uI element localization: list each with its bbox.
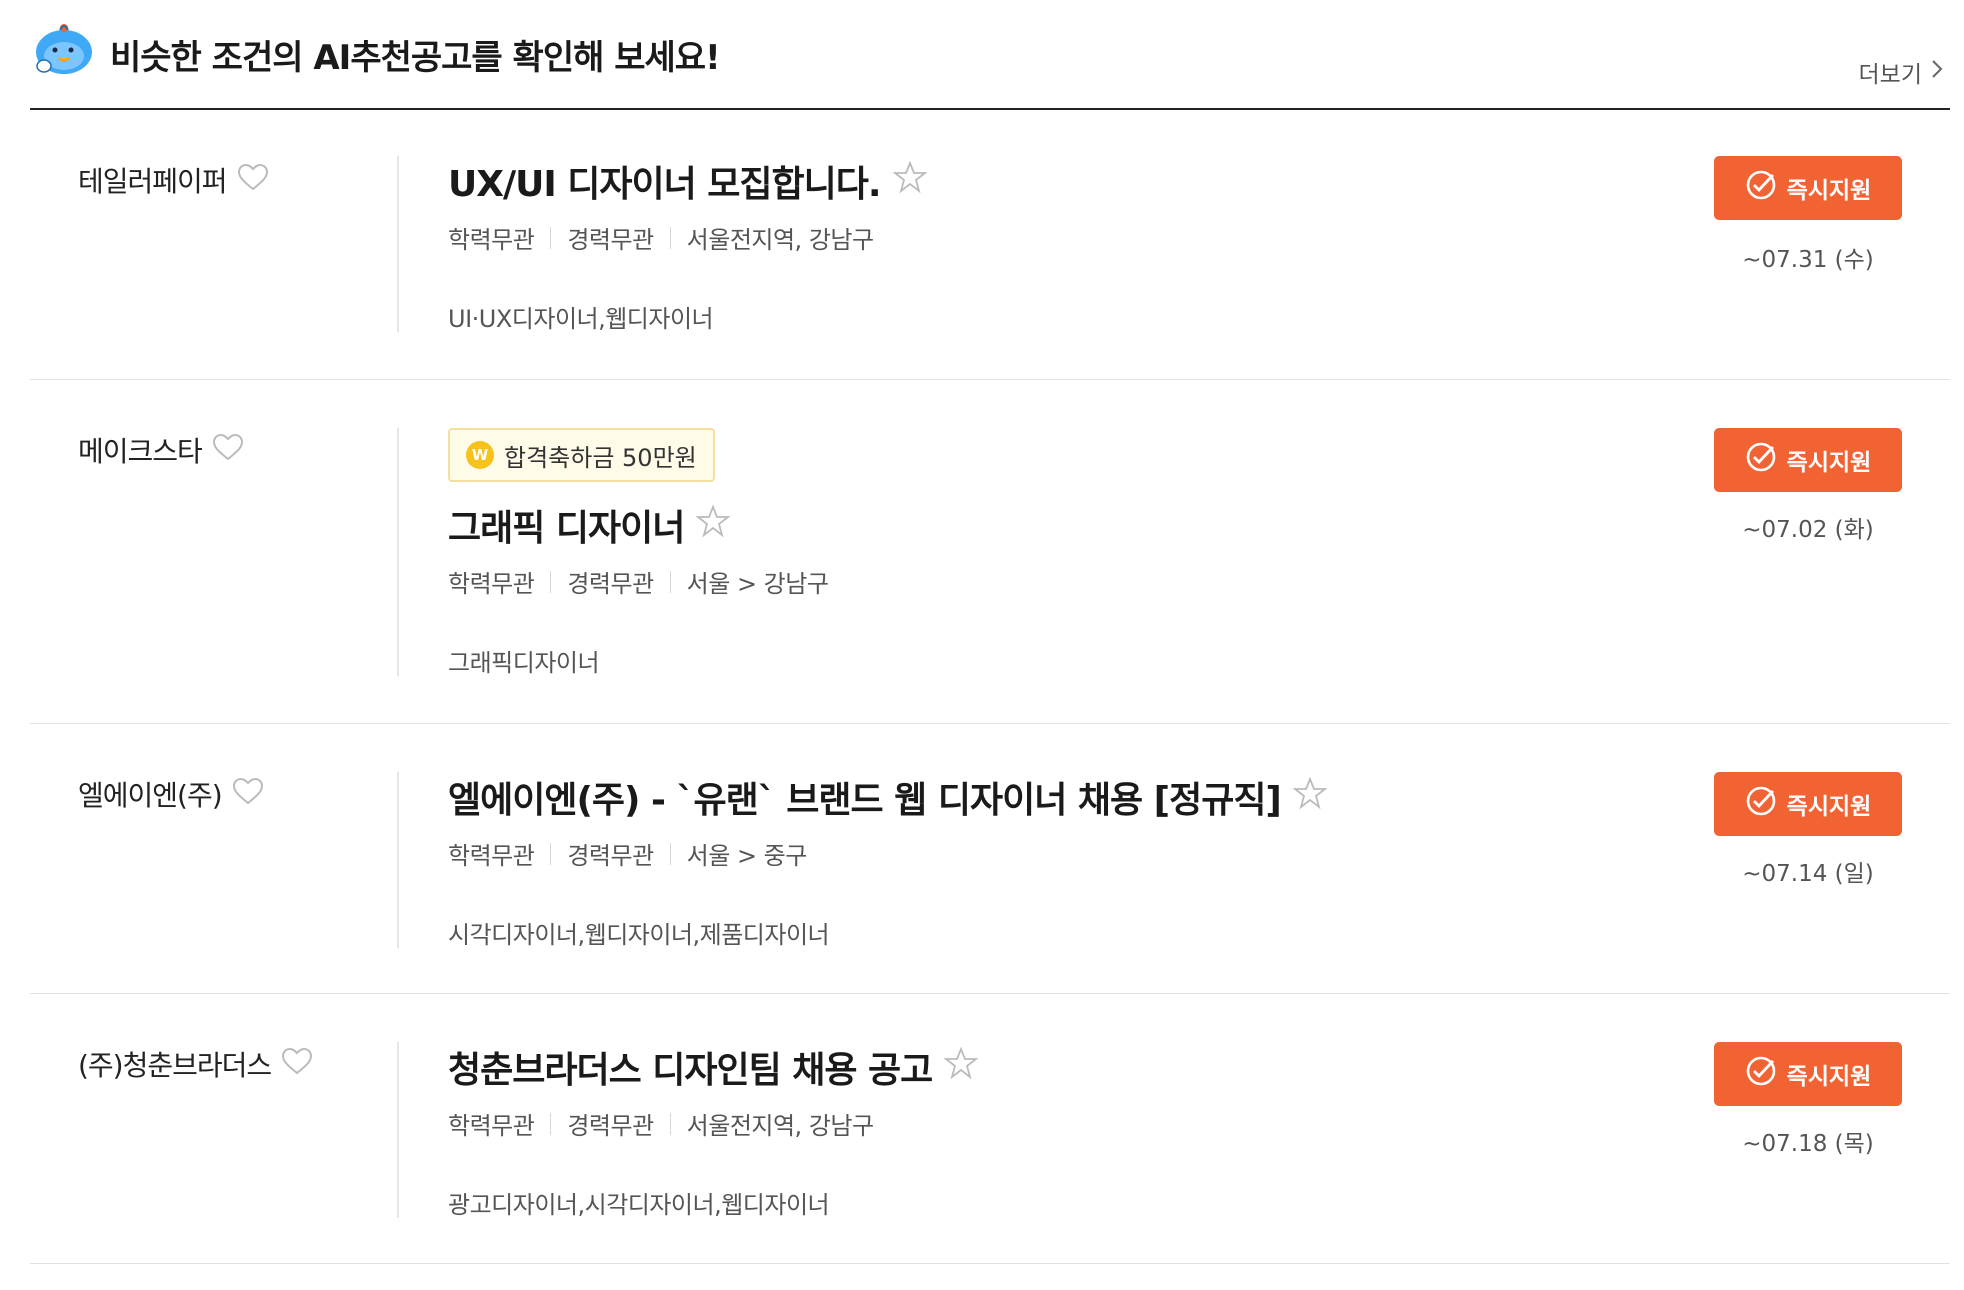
deadline: ~07.02 (화) — [1742, 517, 1874, 543]
check-circle-icon — [1745, 169, 1777, 207]
chevron-right-icon — [1930, 58, 1944, 86]
check-circle-icon — [1745, 1055, 1777, 1093]
heart-icon[interactable] — [212, 433, 244, 468]
condition-separator — [550, 842, 552, 865]
check-circle-icon — [1745, 785, 1777, 823]
experience: 경력무관 — [567, 226, 654, 254]
bonus-badge: W 합격축하금 50만원 — [448, 428, 715, 482]
apply-label: 즉시지원 — [1786, 794, 1872, 820]
education: 학력무관 — [448, 1112, 535, 1140]
company-name-wrap: 메이크스타 — [78, 430, 244, 470]
job-content: UX/UI 디자이너 모집합니다. 학력무관 경력무관 서울전지역, 강남구 U… — [448, 156, 1648, 334]
apply-label: 즉시지원 — [1786, 178, 1872, 204]
company-name[interactable]: 테일러페이퍼 — [78, 160, 228, 200]
education: 학력무관 — [448, 226, 535, 254]
apply-button[interactable]: 즉시지원 — [1714, 156, 1902, 220]
education: 학력무관 — [448, 842, 535, 870]
row-divider — [397, 1042, 399, 1218]
star-icon[interactable] — [1292, 776, 1328, 819]
job-content: 엘에이엔(주) - `유랜` 브랜드 웹 디자이너 채용 [정규직] 학력무관 … — [448, 772, 1648, 950]
row-divider — [397, 156, 399, 332]
job-conditions: 학력무관 경력무관 서울전지역, 강남구 — [448, 1106, 1648, 1141]
experience: 경력무관 — [567, 842, 654, 870]
job-conditions: 학력무관 경력무관 서울전지역, 강남구 — [448, 220, 1648, 255]
job-title-wrap: 엘에이엔(주) - `유랜` 브랜드 웹 디자이너 채용 [정규직] — [448, 772, 1648, 822]
star-icon[interactable] — [943, 1046, 979, 1089]
deadline: ~07.31 (수) — [1742, 247, 1874, 273]
experience: 경력무관 — [567, 570, 654, 598]
apply-button[interactable]: 즉시지원 — [1714, 428, 1902, 492]
condition-separator — [550, 1112, 552, 1135]
job-category: 그래픽디자이너 — [448, 649, 600, 677]
deadline: ~07.14 (일) — [1742, 861, 1874, 887]
job-conditions: 학력무관 경력무관 서울 > 중구 — [448, 836, 1648, 871]
job-row: 엘에이엔(주) 엘에이엔(주) - `유랜` 브랜드 웹 디자이너 채용 [정규… — [30, 724, 1950, 994]
job-title-wrap: 청춘브라더스 디자인팀 채용 공고 — [448, 1042, 1648, 1092]
star-icon[interactable] — [695, 504, 731, 547]
mascot-icon — [30, 18, 94, 78]
job-title[interactable]: 청춘브라더스 디자인팀 채용 공고 — [448, 1041, 933, 1093]
ai-recommendation-panel: 비슷한 조건의 AI추천공고를 확인해 보세요! 더보기 테일러페이퍼 UX/U… — [0, 0, 1964, 1290]
job-conditions: 학력무관 경력무관 서울 > 강남구 — [448, 564, 1648, 599]
company-name[interactable]: 메이크스타 — [78, 430, 203, 470]
apply-button[interactable]: 즉시지원 — [1714, 1042, 1902, 1106]
deadline: ~07.18 (목) — [1742, 1131, 1874, 1157]
more-link[interactable]: 더보기 — [1859, 55, 1944, 89]
section-header: 비슷한 조건의 AI추천공고를 확인해 보세요! 더보기 — [30, 0, 1950, 110]
bonus-label: 합격축하금 50만원 — [504, 443, 697, 472]
company-name[interactable]: (주)청춘브라더스 — [78, 1044, 272, 1084]
location: 서울전지역, 강남구 — [686, 226, 874, 254]
job-content: W 합격축하금 50만원 그래픽 디자이너 학력무관 경력무관 서울 > 강남구… — [448, 428, 1648, 678]
condition-separator — [669, 842, 671, 865]
condition-separator — [550, 226, 552, 249]
job-category: 광고디자이너,시각디자이너,웹디자이너 — [448, 1191, 830, 1219]
more-label: 더보기 — [1858, 62, 1922, 88]
company-name-wrap: (주)청춘브라더스 — [78, 1044, 313, 1084]
company-name[interactable]: 엘에이엔(주) — [78, 774, 223, 814]
apply-button[interactable]: 즉시지원 — [1714, 772, 1902, 836]
star-icon[interactable] — [891, 160, 928, 203]
job-title[interactable]: 엘에이엔(주) - `유랜` 브랜드 웹 디자이너 채용 [정규직] — [448, 771, 1282, 823]
job-category: 시각디자이너,웹디자이너,제품디자이너 — [448, 921, 830, 949]
company-name-wrap: 엘에이엔(주) — [78, 774, 264, 814]
won-coin-icon: W — [466, 441, 494, 469]
condition-separator — [550, 570, 552, 593]
job-title-wrap: 그래픽 디자이너 — [448, 500, 1648, 550]
condition-separator — [669, 226, 671, 249]
education: 학력무관 — [448, 570, 535, 598]
location: 서울 > 강남구 — [686, 570, 829, 598]
apply-label: 즉시지원 — [1786, 1064, 1872, 1090]
row-divider — [397, 772, 399, 948]
experience: 경력무관 — [567, 1112, 654, 1140]
job-category: UI·UX디자이너,웹디자이너 — [448, 305, 714, 333]
apply-label: 즉시지원 — [1786, 450, 1872, 476]
location: 서울전지역, 강남구 — [686, 1112, 874, 1140]
section-title: 비슷한 조건의 AI추천공고를 확인해 보세요! — [110, 38, 721, 78]
job-content: 청춘브라더스 디자인팀 채용 공고 학력무관 경력무관 서울전지역, 강남구 광… — [448, 1042, 1648, 1220]
condition-separator — [669, 570, 671, 593]
company-name-wrap: 테일러페이퍼 — [78, 160, 269, 200]
job-row: 테일러페이퍼 UX/UI 디자이너 모집합니다. 학력무관 경력무관 서울전지역… — [30, 110, 1950, 380]
job-row: 메이크스타 W 합격축하금 50만원 그래픽 디자이너 학력무관 경력무관 서울… — [30, 380, 1950, 724]
job-title[interactable]: UX/UI 디자이너 모집합니다. — [448, 155, 882, 207]
location: 서울 > 중구 — [686, 842, 808, 870]
job-title[interactable]: 그래픽 디자이너 — [448, 499, 685, 551]
job-row: (주)청춘브라더스 청춘브라더스 디자인팀 채용 공고 학력무관 경력무관 서울… — [30, 994, 1950, 1264]
row-divider — [397, 428, 399, 676]
job-title-wrap: UX/UI 디자이너 모집합니다. — [448, 156, 1648, 206]
heart-icon[interactable] — [281, 1047, 313, 1082]
check-circle-icon — [1745, 441, 1777, 479]
heart-icon[interactable] — [237, 163, 269, 198]
condition-separator — [669, 1112, 671, 1135]
heart-icon[interactable] — [232, 777, 264, 812]
